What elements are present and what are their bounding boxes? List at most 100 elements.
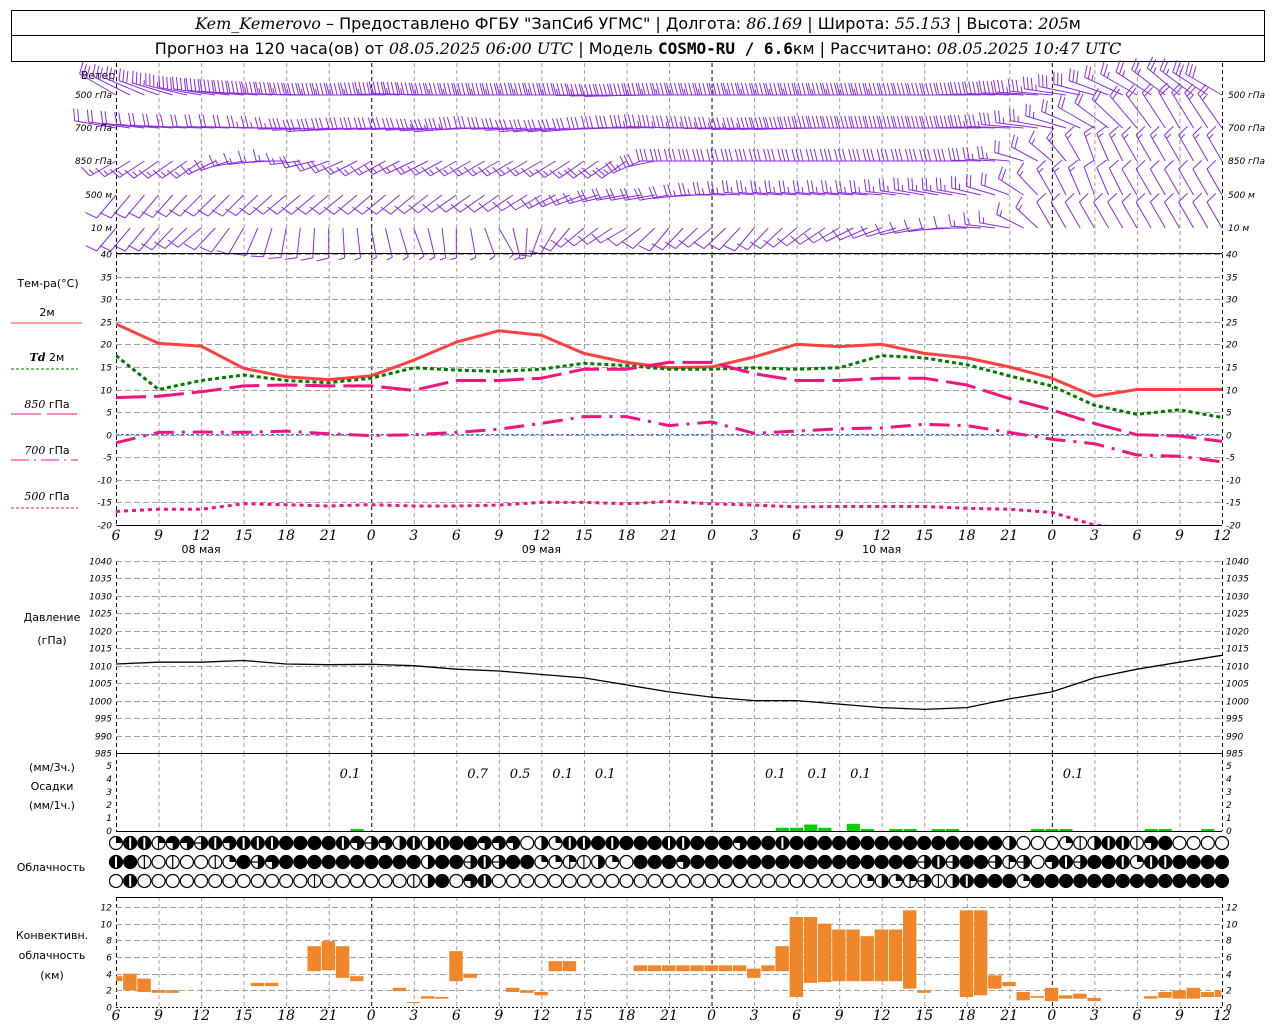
y-tick-label: 35 — [101, 274, 113, 284]
x-tick-label: 6 — [792, 528, 801, 544]
x-tick-label: 15 — [235, 528, 253, 544]
precip-3h-label: 0.1 — [808, 767, 829, 782]
cloud-symbol-octa-1 — [1129, 835, 1145, 851]
y-tick-label: 995 — [95, 715, 112, 725]
convective-cloud-bar — [662, 965, 676, 972]
cloud-symbol-octa-8 — [1158, 835, 1173, 851]
wind-barb — [1192, 126, 1209, 162]
cloud-symbol-octa-8 — [1058, 873, 1074, 889]
y-tick-label: 25 — [101, 319, 113, 329]
precip-bar — [1031, 829, 1045, 831]
precip-bar — [903, 829, 917, 831]
cloud-symbol-octa-8 — [888, 835, 903, 851]
legend-td-label: Td 2м — [30, 351, 65, 364]
x-tick-label: 21 — [999, 1008, 1018, 1024]
cloud-symbol-octa-7 — [676, 835, 691, 851]
y-tick-label: 0 — [106, 1004, 112, 1014]
cloud-symbol-octa-1 — [406, 873, 421, 889]
y-tick-label-right: 1005 — [1226, 680, 1249, 690]
wind-barb — [1178, 126, 1195, 162]
cloud-symbol-octa-8 — [307, 835, 322, 851]
lat-label: Широта: — [818, 14, 890, 33]
cloud-symbol-octa-7 — [477, 873, 492, 889]
y-tick-label-right: 4 — [1226, 775, 1232, 785]
precip-3h-label: 0.1 — [1063, 767, 1084, 782]
cloud-symbol-octa-0 — [264, 873, 280, 889]
y-tick-label-right: 40 — [1226, 251, 1238, 261]
cloud-symbol-octa-0 — [335, 873, 350, 889]
convective-cloud-bar — [350, 976, 364, 982]
cloud-symbol-octa-7 — [335, 835, 350, 851]
wind-barb — [997, 166, 1024, 196]
wind-barb — [1078, 193, 1095, 229]
forecast-label: Прогноз на 120 часа(ов) от — [155, 39, 384, 58]
cloud-symbol-octa-8 — [704, 854, 719, 870]
wind-barb — [1036, 193, 1053, 229]
cloud-symbol-octa-0 — [250, 873, 265, 889]
convective-cloud-bar — [1215, 990, 1222, 997]
wind-barb — [1108, 125, 1124, 162]
cloud-symbol-octa-0 — [151, 873, 166, 889]
cloud-symbol-octa-8 — [633, 854, 648, 870]
y-tick-label-right: 0 — [1226, 827, 1232, 837]
wind-barb — [1192, 160, 1209, 196]
cloud-symbol-octa-0 — [321, 873, 336, 889]
cloud-symbol-octa-8 — [1087, 854, 1102, 870]
cloud-symbol-octa-0 — [661, 873, 677, 889]
precip-3h-label: 0.7 — [467, 767, 488, 782]
wind-barb — [994, 110, 1038, 129]
wind-barb — [1036, 160, 1053, 196]
cloud-symbol-octa-2 — [888, 873, 903, 889]
cloud-symbol-octa-8 — [959, 835, 974, 851]
cloud-symbol-octa-8 — [1101, 873, 1116, 889]
cloud-symbol-octa-0 — [1186, 835, 1201, 851]
cloud-symbol-octa-4 — [420, 854, 436, 870]
cloud-symbol-octa-7 — [250, 835, 265, 851]
y-tick-label-right: 1015 — [1226, 645, 1249, 655]
wind-barb — [216, 227, 245, 255]
y-tick-label-right: 1010 — [1226, 663, 1249, 673]
y-tick-label: 1000 — [89, 698, 112, 708]
cloud-symbol-octa-5 — [463, 854, 478, 870]
convective-cloud-bar — [676, 965, 690, 972]
wind-barb — [1178, 193, 1195, 229]
cloud-symbol-octa-8 — [1172, 873, 1187, 889]
wind-barb — [1016, 162, 1039, 196]
convective-cloud-bar — [116, 976, 123, 982]
cloud-symbol-octa-8 — [803, 835, 818, 851]
convective-cloud-bar — [392, 987, 406, 992]
wind-level-label: 850 гПа — [75, 157, 112, 167]
cloud-symbol-octa-0 — [364, 873, 379, 889]
wind-barb — [300, 227, 315, 261]
cloud-symbol-octa-5 — [1073, 854, 1088, 870]
cloud-symbol-octa-6 — [179, 835, 194, 851]
wind-barb — [1164, 160, 1180, 196]
cloud-symbol-octa-0 — [1200, 835, 1215, 851]
y-tick-label: 6 — [106, 954, 112, 964]
cloud-symbol-octa-0 — [562, 873, 577, 889]
x-tick-label: 6 — [792, 1008, 801, 1024]
x-tick-label: 21 — [659, 1008, 678, 1024]
cloud-symbol-octa-8 — [1158, 873, 1173, 889]
wind-barb — [1149, 160, 1166, 196]
cloud-symbol-octa-0 — [179, 854, 194, 870]
wind-barb — [127, 194, 159, 219]
cloud-symbol-octa-8 — [902, 854, 918, 870]
x-tick-label: 15 — [575, 528, 593, 544]
wind-barb — [1107, 193, 1124, 229]
y-tick-label: 1025 — [89, 610, 112, 620]
cloud-symbol-octa-6 — [264, 854, 280, 870]
cloud-symbol-octa-0 — [505, 873, 521, 889]
precip-bar — [1059, 829, 1073, 831]
y-tick-label-right: 12 — [1226, 904, 1238, 914]
y-tick-label-right: 0 — [1226, 432, 1232, 442]
x-tick-label: 6 — [1132, 528, 1141, 544]
wind-barb — [651, 227, 684, 251]
cloud-symbol-octa-8 — [732, 854, 747, 870]
wind-barb — [562, 192, 599, 205]
convective-cloud-bar — [973, 910, 988, 996]
cloud-symbol-octa-8 — [789, 854, 804, 870]
x-tick-label: 9 — [1175, 1008, 1184, 1024]
model-unit: км — [793, 39, 815, 58]
cloud-symbol-octa-8 — [1101, 854, 1116, 870]
